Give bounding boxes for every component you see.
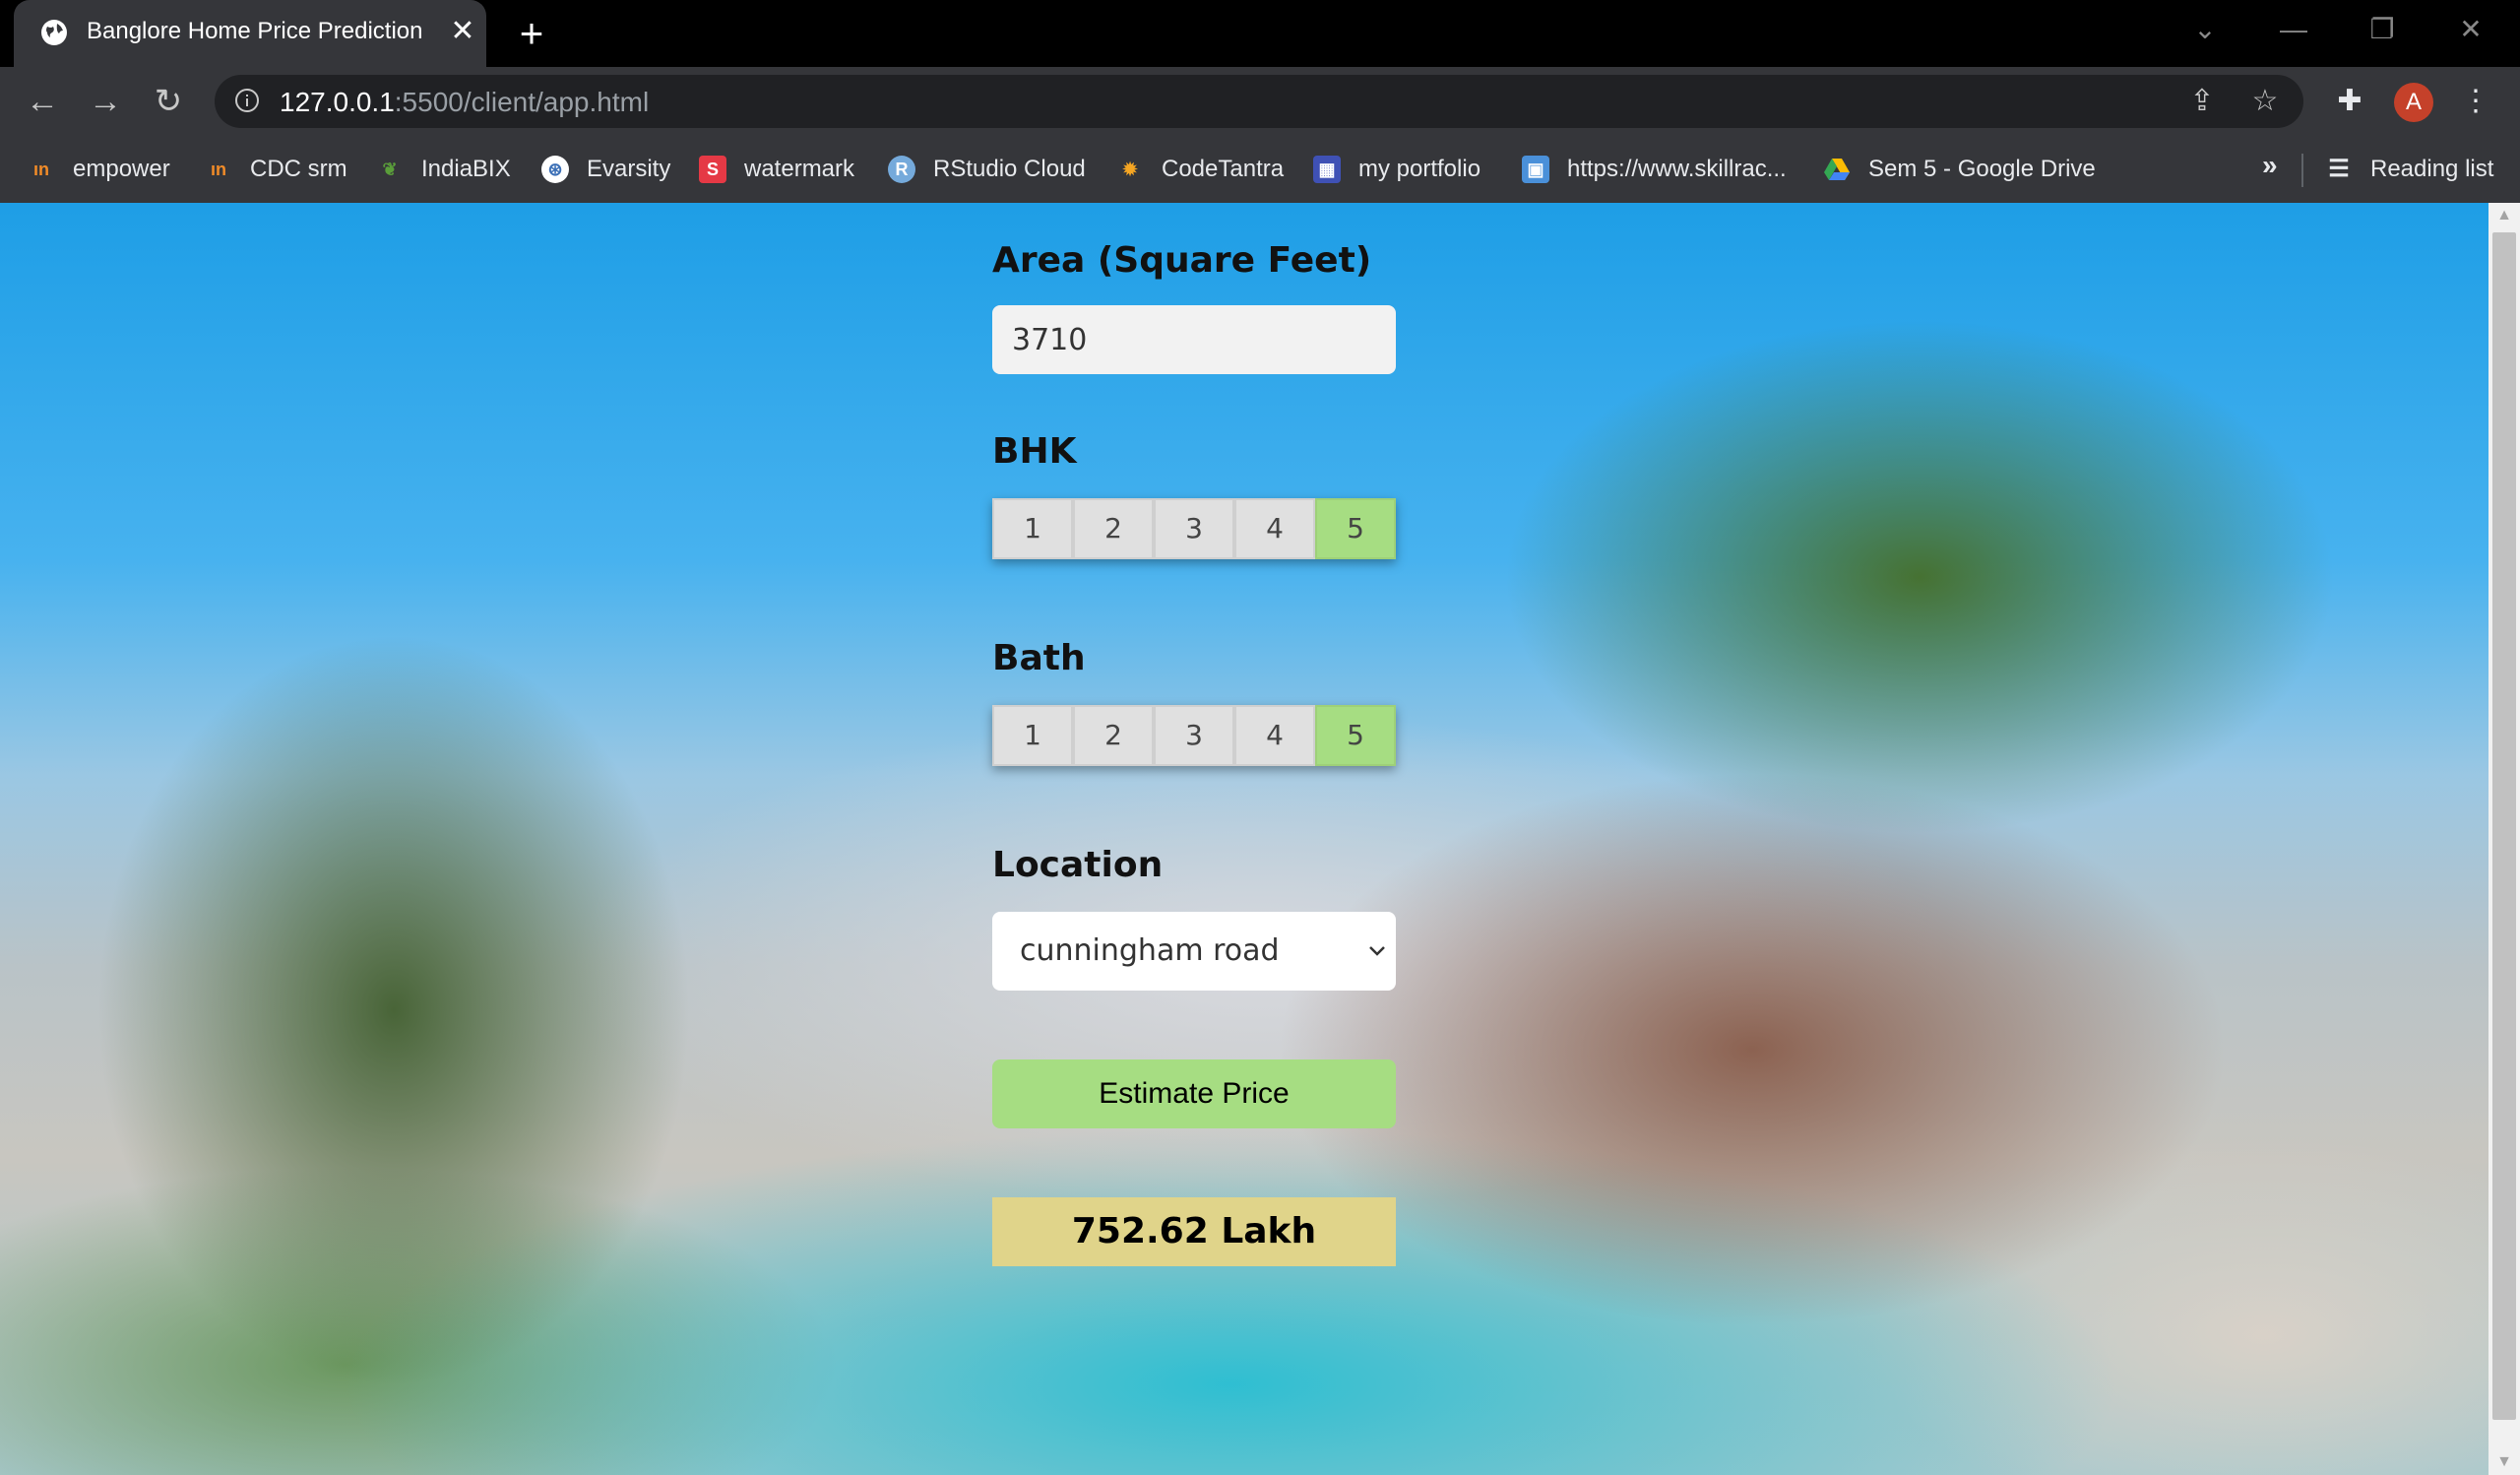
scroll-thumb[interactable] xyxy=(2492,232,2516,1420)
extensions-icon[interactable]: ✚ xyxy=(2329,81,2370,122)
codetantra-icon: ✹ xyxy=(1122,160,1138,179)
reading-list-label: Reading list xyxy=(2370,156,2494,182)
bookmarks-bar: ın empower ın CDC srm ❦ IndiaBIX ⊛ Evarsity … xyxy=(0,136,2520,204)
bhk-option[interactable]: 2 xyxy=(1073,498,1154,559)
forward-icon[interactable]: → xyxy=(85,81,126,122)
bookmark-label: IndiaBIX xyxy=(421,156,511,182)
google-drive-icon xyxy=(1823,156,1851,183)
bookmark-cdc-srm[interactable]: ın CDC srm xyxy=(205,150,347,189)
site-info-icon[interactable] xyxy=(234,88,260,113)
tab-search-icon[interactable]: ⌄ xyxy=(2166,0,2244,59)
bath-option[interactable]: 4 xyxy=(1234,705,1315,766)
tab-strip: Banglore Home Price Prediction ✕ + ⌄ — ❐… xyxy=(0,0,2520,67)
browser-toolbar: ← → ↻ 127.0.0.1:5500/client/app.html ⇪ ☆… xyxy=(0,67,2520,136)
estimate-price-button[interactable]: Estimate Price xyxy=(992,1059,1396,1128)
new-tab-icon[interactable]: + xyxy=(512,10,551,57)
bookmark-label: https://www.skillrac... xyxy=(1567,156,1787,182)
bookmark-label: watermark xyxy=(744,156,855,182)
bookmark-label: CDC srm xyxy=(250,156,347,182)
bookmark-watermark[interactable]: Swatermark xyxy=(699,150,854,189)
url-host: 127.0.0.1 xyxy=(280,87,395,117)
menu-icon[interactable]: ⋮ xyxy=(2455,81,2496,122)
indiabix-icon: ❦ xyxy=(382,160,398,179)
rstudio-icon: R xyxy=(888,156,915,183)
bookmark-google-drive[interactable]: Sem 5 - Google Drive xyxy=(1823,150,2096,189)
bookmark-empower[interactable]: ın empower xyxy=(28,150,170,189)
bookmark-skillrack[interactable]: ▣ https://www.skillrac... xyxy=(1522,150,1787,189)
back-icon[interactable]: ← xyxy=(22,81,63,122)
close-window-icon[interactable]: ✕ xyxy=(2431,0,2510,59)
bookmark-label: RStudio Cloud xyxy=(933,156,1086,182)
url-path: :5500/client/app.html xyxy=(394,87,650,117)
bookmark-label: my portfolio xyxy=(1358,156,1481,182)
minimize-icon[interactable]: — xyxy=(2254,0,2333,59)
bhk-label: BHK xyxy=(992,431,1077,472)
bookmark-evarsity[interactable]: ⊛ Evarsity xyxy=(541,150,670,189)
bookmark-rstudio[interactable]: R RStudio Cloud xyxy=(888,150,1086,189)
reading-list-icon: ☰ xyxy=(2328,156,2350,182)
globe-icon xyxy=(41,20,67,45)
cdc-srm-icon: ın xyxy=(211,160,226,179)
area-label: Area (Square Feet) xyxy=(992,240,1372,281)
bookmarks-divider xyxy=(2301,154,2303,187)
url-text: 127.0.0.1:5500/client/app.html xyxy=(280,87,649,118)
portfolio-icon: ▦ xyxy=(1313,156,1341,183)
scroll-down-icon[interactable]: ▼ xyxy=(2488,1449,2520,1475)
bhk-option[interactable]: 4 xyxy=(1234,498,1315,559)
bath-option[interactable]: 3 xyxy=(1154,705,1234,766)
bath-option[interactable]: 2 xyxy=(1073,705,1154,766)
tab-title: Banglore Home Price Prediction xyxy=(87,18,423,44)
scroll-up-icon[interactable]: ▲ xyxy=(2488,203,2520,228)
bath-label: Bath xyxy=(992,638,1086,678)
bookmark-portfolio[interactable]: ▦ my portfolio xyxy=(1313,150,1480,189)
reading-list-button[interactable]: ☰ Reading list xyxy=(2325,150,2493,189)
restore-icon[interactable]: ❐ xyxy=(2343,0,2422,59)
location-value: cunningham road xyxy=(1020,933,1280,968)
bookmark-star-icon[interactable]: ☆ xyxy=(2248,85,2282,118)
page-viewport: Area (Square Feet) BHK 1 2 3 4 5 Bath 1 … xyxy=(0,203,2488,1475)
bhk-option[interactable]: 1 xyxy=(992,498,1073,559)
share-icon[interactable]: ⇪ xyxy=(2185,85,2219,118)
bath-option[interactable]: 1 xyxy=(992,705,1073,766)
location-label: Location xyxy=(992,845,1164,885)
page-scrollbar[interactable]: ▲ ▼ xyxy=(2488,203,2520,1475)
empower-icon: ın xyxy=(33,160,49,179)
bhk-option[interactable]: 3 xyxy=(1154,498,1234,559)
bhk-option-selected[interactable]: 5 xyxy=(1315,498,1396,559)
close-tab-icon[interactable]: ✕ xyxy=(445,12,480,51)
bookmark-indiabix[interactable]: ❦ IndiaBIX xyxy=(376,150,511,189)
address-bar[interactable]: 127.0.0.1:5500/client/app.html ⇪ ☆ xyxy=(215,75,2303,128)
reload-icon[interactable]: ↻ xyxy=(148,81,189,122)
area-input[interactable] xyxy=(992,305,1396,374)
bhk-selector: 1 2 3 4 5 xyxy=(992,498,1396,559)
browser-tab[interactable]: Banglore Home Price Prediction ✕ xyxy=(14,0,486,67)
bookmark-label: Sem 5 - Google Drive xyxy=(1868,156,2096,182)
more-bookmarks-icon[interactable]: » xyxy=(2262,150,2278,181)
bath-option-selected[interactable]: 5 xyxy=(1315,705,1396,766)
estimated-price-result: 752.62 Lakh xyxy=(992,1197,1396,1266)
skillrack-icon: ▣ xyxy=(1522,156,1549,183)
chevron-down-icon xyxy=(1369,946,1385,956)
bookmark-label: Evarsity xyxy=(587,156,671,182)
bath-selector: 1 2 3 4 5 xyxy=(992,705,1396,766)
location-select[interactable]: cunningham road xyxy=(992,912,1396,991)
bookmark-codetantra[interactable]: ✹ CodeTantra xyxy=(1116,150,1284,189)
profile-avatar[interactable]: A xyxy=(2394,83,2433,122)
watermark-icon: S xyxy=(699,156,726,183)
bookmark-label: CodeTantra xyxy=(1162,156,1285,182)
bookmark-label: empower xyxy=(73,156,170,182)
evarsity-icon: ⊛ xyxy=(541,156,569,183)
